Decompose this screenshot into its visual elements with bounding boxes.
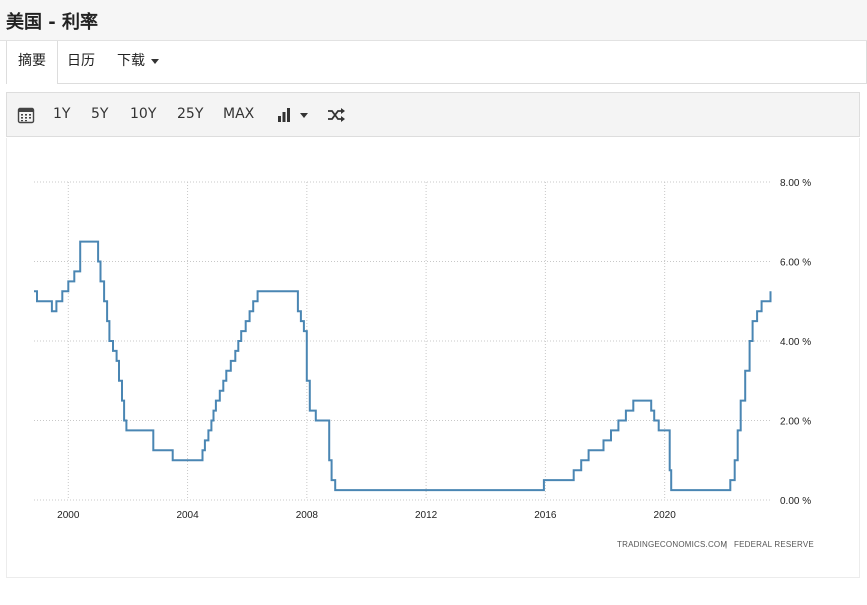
bar-chart-icon [278,108,308,122]
x-tick-label: 2000 [57,510,80,521]
series-line-0 [34,240,772,492]
source-org-label: FEDERAL RESERVE [734,540,814,549]
title-bar: 美国 - 利率 [0,0,867,41]
y-tick-label: 0.00 % [780,496,811,507]
chart-toolbar: 1Y 5Y 10Y 25Y MAX [6,92,860,137]
tab-download-label: 下载 [117,53,145,69]
y-tick-label: 4.00 % [780,337,811,348]
y-tick-label: 6.00 % [780,258,811,269]
tab-calendar[interactable]: 日历 [67,41,95,83]
x-axis-labels: 2000 2004 2008 2012 2016 2020 [57,510,676,521]
tab-download[interactable]: 下载 [117,41,159,83]
interest-rate-chart: 0.00 %2.00 %4.00 %6.00 %8.00 % 2000 2004 2… [34,178,814,549]
series-group [34,240,772,492]
range-25y-button[interactable]: 25Y [177,93,203,136]
range-10y-button[interactable]: 10Y [130,93,156,136]
tab-bar: 摘要 日历 下载 [6,41,867,84]
range-max-button[interactable]: MAX [223,93,254,136]
calendar-icon[interactable] [17,106,35,124]
range-1y-button[interactable]: 1Y [53,93,70,136]
source-site-label: TRADINGECONOMICS.COM [617,540,727,549]
range-5y-button[interactable]: 5Y [91,93,108,136]
x-tick-label: 2004 [176,510,199,521]
caret-down-icon [151,58,159,64]
x-tick-label: 2008 [296,510,319,521]
shuffle-icon[interactable] [326,106,346,124]
tab-summary[interactable]: 摘要 [6,41,58,84]
y-axis-labels: 0.00 % 2.00 % 4.00 % 6.00 % 8.00 % [780,178,811,507]
x-tick-label: 2016 [534,510,557,521]
chart-type-button[interactable] [276,106,312,124]
x-tick-label: 2012 [415,510,438,521]
chart-grid [34,181,772,501]
source-separator: | [725,540,727,549]
y-tick-label: 8.00 % [780,178,811,189]
y-tick-label: 2.00 % [780,417,811,428]
x-tick-label: 2020 [654,510,677,521]
chart-panel: 0.00 % 2.00 % 4.00 % 6.00 % 8.00 % 2000 2004 2… [6,138,860,578]
page-title: 美国 - 利率 [6,12,99,33]
